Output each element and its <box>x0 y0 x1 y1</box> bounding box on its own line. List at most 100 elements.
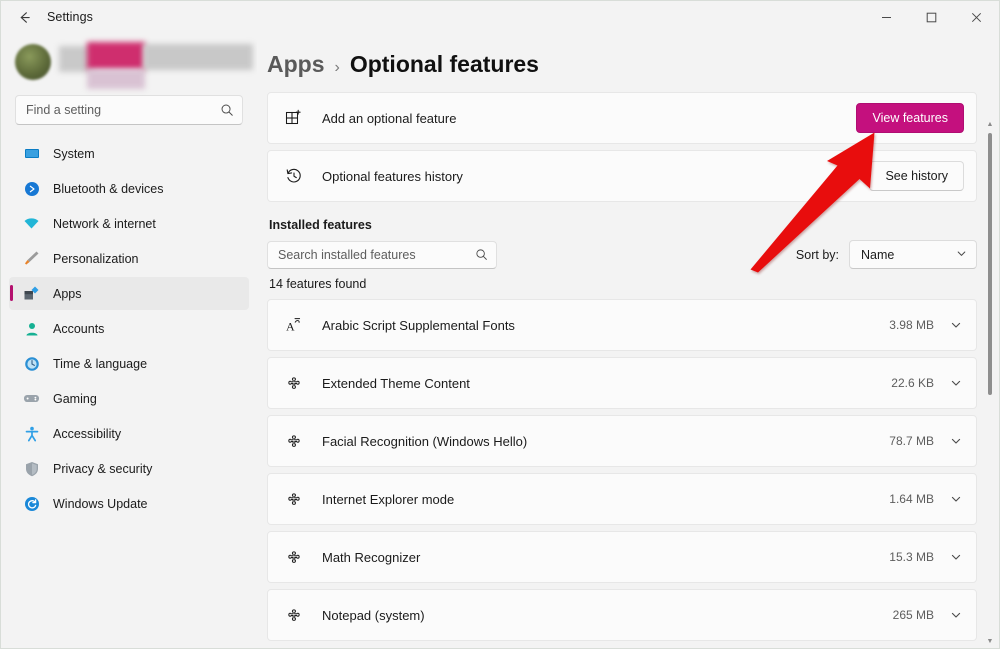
person-icon <box>23 320 40 337</box>
scrollbar-thumb[interactable] <box>988 133 992 395</box>
maximize-button[interactable] <box>909 1 954 33</box>
close-icon <box>971 12 982 23</box>
sidebar-item-label: Time & language <box>53 357 147 371</box>
chevron-down-icon[interactable] <box>950 609 962 621</box>
window-body: System Bluetooth & devices <box>1 33 999 648</box>
feature-size: 15.3 MB <box>889 550 934 564</box>
optional-features-history-card: Optional features history See history <box>267 150 977 202</box>
sidebar-item-time-language[interactable]: Time & language <box>9 347 249 380</box>
sort-controls: Sort by: Name <box>796 240 977 269</box>
sidebar-item-personalization[interactable]: Personalization <box>9 242 249 275</box>
sidebar-item-label: Personalization <box>53 252 138 266</box>
installed-search-box[interactable] <box>267 241 497 269</box>
sidebar-item-privacy-security[interactable]: Privacy & security <box>9 452 249 485</box>
feature-row[interactable]: Math Recognizer 15.3 MB <box>267 531 977 583</box>
sidebar-nav: System Bluetooth & devices <box>9 137 249 522</box>
svg-text:A: A <box>286 320 295 334</box>
sidebar-item-label: Network & internet <box>53 217 156 231</box>
feature-size: 3.98 MB <box>889 318 934 332</box>
breadcrumb: Apps › Optional features <box>267 33 977 92</box>
settings-search-box[interactable] <box>15 95 243 125</box>
paintbrush-icon <box>23 250 40 267</box>
breadcrumb-parent[interactable]: Apps <box>267 51 325 78</box>
sort-dropdown[interactable]: Name <box>849 240 977 269</box>
puzzle-icon <box>284 547 304 567</box>
feature-name: Facial Recognition (Windows Hello) <box>322 434 527 449</box>
back-arrow-icon <box>17 10 32 25</box>
sidebar-item-network-internet[interactable]: Network & internet <box>9 207 249 240</box>
profile-name-blurred <box>59 42 249 82</box>
shield-icon <box>23 460 40 477</box>
feature-name: Math Recognizer <box>322 550 420 565</box>
sidebar-item-gaming[interactable]: Gaming <box>9 382 249 415</box>
close-button[interactable] <box>954 1 999 33</box>
breadcrumb-separator-icon: › <box>335 59 340 77</box>
chevron-down-icon[interactable] <box>950 377 962 389</box>
feature-name: Internet Explorer mode <box>322 492 454 507</box>
window-title: Settings <box>47 10 93 24</box>
installed-filter-row: Sort by: Name <box>267 240 977 269</box>
scroll-down-arrow-icon[interactable]: ▼ <box>987 638 994 646</box>
sidebar-item-label: Bluetooth & devices <box>53 182 164 196</box>
search-icon <box>220 103 234 117</box>
chevron-down-icon[interactable] <box>950 319 962 331</box>
feature-row[interactable]: Internet Explorer mode 1.64 MB <box>267 473 977 525</box>
sidebar-item-system[interactable]: System <box>9 137 249 170</box>
feature-size: 1.64 MB <box>889 492 934 506</box>
scroll-up-arrow-icon[interactable]: ▲ <box>987 121 994 129</box>
feature-name: Arabic Script Supplemental Fonts <box>322 318 515 333</box>
installed-features-heading: Installed features <box>269 218 977 232</box>
puzzle-icon <box>284 605 304 625</box>
add-optional-feature-card: Add an optional feature View features <box>267 92 977 144</box>
clock-globe-icon <box>23 355 40 372</box>
chevron-down-icon[interactable] <box>950 493 962 505</box>
gamepad-icon <box>23 390 40 407</box>
view-features-button[interactable]: View features <box>856 103 964 133</box>
sort-value: Name <box>861 248 894 262</box>
content-scrollbar[interactable]: ▲ ▼ <box>985 121 995 646</box>
bluetooth-icon <box>23 180 40 197</box>
card-action: See history <box>869 161 964 191</box>
sidebar-item-label: Apps <box>53 287 82 301</box>
title-bar: Settings <box>1 1 999 33</box>
scrollbar-track[interactable] <box>985 129 995 638</box>
page-title: Optional features <box>350 51 539 78</box>
sidebar-item-windows-update[interactable]: Windows Update <box>9 487 249 520</box>
puzzle-icon <box>284 489 304 509</box>
feature-name: Extended Theme Content <box>322 376 470 391</box>
minimize-button[interactable] <box>864 1 909 33</box>
installed-search-input[interactable] <box>278 248 475 262</box>
back-button[interactable] <box>7 2 41 32</box>
see-history-button[interactable]: See history <box>869 161 964 191</box>
search-input[interactable] <box>26 103 220 117</box>
font-icon: A <box>284 315 304 335</box>
sidebar-item-accessibility[interactable]: Accessibility <box>9 417 249 450</box>
feature-row[interactable]: Extended Theme Content 22.6 KB <box>267 357 977 409</box>
main-content: Apps › Optional features Add an optional… <box>257 33 999 648</box>
wifi-icon <box>23 215 40 232</box>
sidebar-item-bluetooth-devices[interactable]: Bluetooth & devices <box>9 172 249 205</box>
feature-row[interactable]: A Arabic Script Supplemental Fonts 3.98 … <box>267 299 977 351</box>
sidebar-item-apps[interactable]: Apps <box>9 277 249 310</box>
sidebar-item-label: Privacy & security <box>53 462 152 476</box>
apps-icon <box>23 285 40 302</box>
card-action: View features <box>856 103 964 133</box>
puzzle-icon <box>284 373 304 393</box>
feature-size: 265 MB <box>893 608 934 622</box>
sidebar-item-label: Accessibility <box>53 427 121 441</box>
accessibility-icon <box>23 425 40 442</box>
feature-name: Notepad (system) <box>322 608 425 623</box>
feature-row[interactable]: Facial Recognition (Windows Hello) 78.7 … <box>267 415 977 467</box>
feature-size: 78.7 MB <box>889 434 934 448</box>
features-found-count: 14 features found <box>269 277 977 291</box>
chevron-down-icon[interactable] <box>950 551 962 563</box>
sidebar-item-label: Accounts <box>53 322 104 336</box>
window-controls <box>864 1 999 33</box>
sidebar-item-label: Windows Update <box>53 497 148 511</box>
add-grid-icon <box>284 108 304 128</box>
sidebar-item-accounts[interactable]: Accounts <box>9 312 249 345</box>
sidebar-item-label: Gaming <box>53 392 97 406</box>
user-profile[interactable] <box>9 33 249 91</box>
chevron-down-icon[interactable] <box>950 435 962 447</box>
feature-row[interactable]: Notepad (system) 265 MB <box>267 589 977 641</box>
